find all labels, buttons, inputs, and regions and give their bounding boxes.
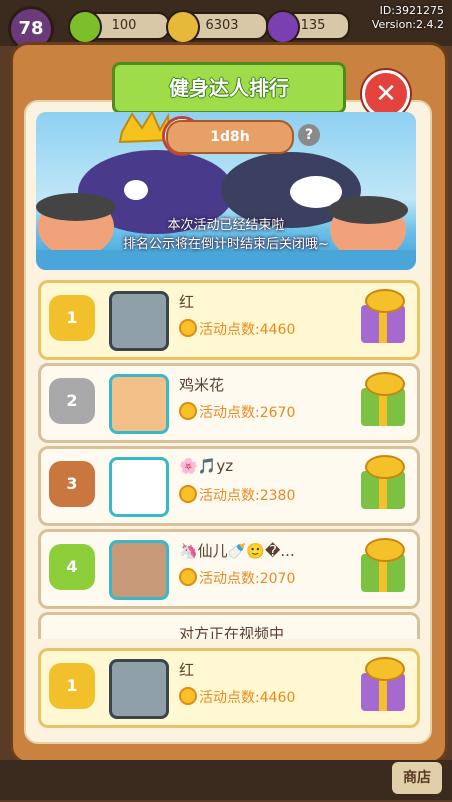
ranking-row-2[interactable]: 2 鸡米花 活动点数:2670 xyxy=(38,363,420,443)
gem-counter[interactable]: 135 xyxy=(266,10,350,44)
player-name: 红 xyxy=(179,293,195,311)
flower-icon xyxy=(179,402,197,420)
flower-icon xyxy=(179,485,197,503)
activity-points: 活动点数:4460 xyxy=(179,319,295,339)
player-name: 🦄仙儿🍼🙂�... xyxy=(179,542,295,560)
build-info: ID:3921275 Version:2.4.2 xyxy=(372,4,444,32)
gift-box-icon[interactable] xyxy=(359,657,407,713)
modal-title: 健身达人排行 xyxy=(112,62,346,114)
ranking-row-1[interactable]: 1 红 活动点数:4460 xyxy=(38,280,420,360)
coin-value: 6303 xyxy=(205,18,239,33)
help-button[interactable]: ? xyxy=(298,124,320,146)
gem-value: 135 xyxy=(300,18,326,33)
rank-badge: 1 xyxy=(49,663,95,709)
energy-icon xyxy=(68,10,102,44)
flower-icon xyxy=(179,687,197,705)
bottom-bar xyxy=(0,760,452,800)
shop-button[interactable]: 商店 xyxy=(392,762,442,794)
player-name: 红 xyxy=(179,661,195,679)
energy-counter[interactable]: 100 xyxy=(68,10,170,44)
avatar[interactable] xyxy=(109,457,169,517)
version-text: Version:2.4.2 xyxy=(371,18,444,31)
notice-line-1: 本次活动已经结束啦 xyxy=(167,218,285,233)
rank-badge: 4 xyxy=(49,544,95,590)
event-ended-notice: 本次活动已经结束啦 排名公示将在倒计时结束后关闭哦~ xyxy=(36,216,416,254)
activity-points: 活动点数:2070 xyxy=(179,568,295,588)
rank-badge: 1 xyxy=(49,295,95,341)
rank-badge: 2 xyxy=(49,378,95,424)
gift-box-icon[interactable] xyxy=(359,372,407,428)
gift-box-icon[interactable] xyxy=(359,289,407,345)
rank-badge: 3 xyxy=(49,461,95,507)
gift-box-icon[interactable] xyxy=(359,455,407,511)
activity-points: 活动点数:2380 xyxy=(179,485,295,505)
avatar[interactable] xyxy=(109,540,169,600)
energy-value: 100 xyxy=(111,18,137,33)
flower-icon xyxy=(179,568,197,586)
coin-counter[interactable]: 6303 xyxy=(166,10,268,44)
gem-icon xyxy=(266,10,300,44)
activity-points: 活动点数:4460 xyxy=(179,687,295,707)
player-id: ID:3921275 xyxy=(379,4,444,17)
flower-icon xyxy=(179,319,197,337)
avatar[interactable] xyxy=(109,659,169,719)
countdown-timer: 1d8h xyxy=(166,120,294,154)
coin-icon xyxy=(166,10,200,44)
avatar[interactable] xyxy=(109,291,169,351)
avatar[interactable] xyxy=(109,374,169,434)
gift-box-icon[interactable] xyxy=(359,538,407,594)
ranking-row-4[interactable]: 4 🦄仙儿🍼🙂�... 活动点数:2070 xyxy=(38,529,420,609)
notice-line-2: 排名公示将在倒计时结束后关闭哦~ xyxy=(123,237,329,252)
top-hud: 78 100 6303 135 ID:3921275 Version:2.4.2 xyxy=(0,0,452,52)
close-icon: ✕ xyxy=(375,79,397,109)
ranking-row-5-partial[interactable]: 对方正在视频中 xyxy=(38,612,420,639)
ranking-row-3[interactable]: 3 🌸🎵yz 活动点数:2380 xyxy=(38,446,420,526)
activity-points: 活动点数:2670 xyxy=(179,402,295,422)
player-name: 🌸🎵yz xyxy=(179,457,234,475)
player-name: 对方正在视频中 xyxy=(179,625,285,639)
my-ranking-row[interactable]: 1 红 活动点数:4460 xyxy=(38,648,420,728)
player-name: 鸡米花 xyxy=(179,376,225,394)
close-button[interactable]: ✕ xyxy=(362,70,410,118)
